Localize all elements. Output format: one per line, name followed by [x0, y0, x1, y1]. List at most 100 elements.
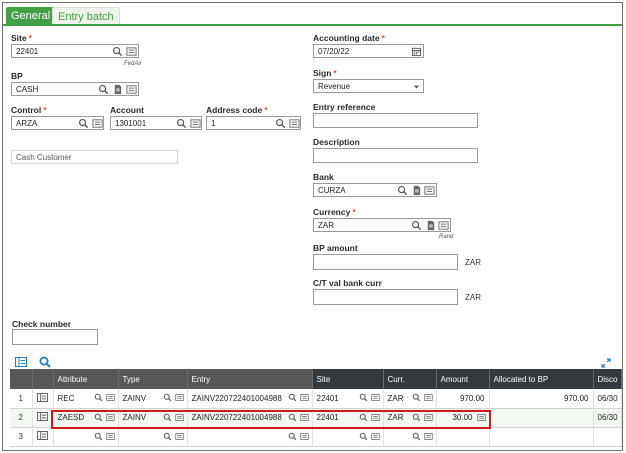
detail-card-icon[interactable] — [105, 413, 115, 422]
chevron-down-icon[interactable] — [411, 81, 422, 92]
detail-card-icon[interactable] — [105, 393, 115, 402]
detail-card-icon[interactable] — [174, 393, 184, 402]
detail-card-icon[interactable] — [126, 84, 137, 95]
ct-val-bank-curr-field[interactable] — [313, 289, 458, 305]
search-icon[interactable] — [163, 393, 172, 402]
bp-field[interactable]: CASH — [11, 82, 139, 96]
allocated-cell[interactable] — [489, 427, 594, 448]
detail-card-icon[interactable] — [423, 393, 433, 402]
row-actions-cell[interactable] — [32, 408, 54, 428]
detail-card-icon[interactable] — [174, 432, 184, 441]
detail-card-icon[interactable] — [299, 393, 309, 402]
search-icon[interactable] — [411, 220, 422, 231]
search-icon[interactable] — [98, 84, 109, 95]
table-row[interactable]: 3 — [10, 427, 622, 448]
bank-field[interactable]: CURZA — [313, 183, 437, 197]
site-cell[interactable]: 22401 — [312, 408, 384, 428]
document-icon[interactable] — [425, 220, 436, 231]
amount-cell[interactable] — [436, 427, 490, 448]
col-header-discount[interactable]: Disco — [593, 369, 622, 389]
calendar-icon[interactable] — [411, 46, 422, 57]
search-icon[interactable] — [412, 432, 421, 441]
search-icon[interactable] — [94, 413, 103, 422]
row-actions-cell[interactable] — [32, 427, 54, 448]
currency-cell[interactable] — [383, 427, 437, 448]
accounting-date-field[interactable]: 07/20/22 — [313, 44, 424, 58]
search-icon[interactable] — [112, 46, 123, 57]
detail-card-icon[interactable] — [423, 432, 433, 441]
type-cell[interactable]: ZAINV — [118, 408, 188, 428]
allocated-cell[interactable]: 970.00 — [489, 389, 594, 409]
discount-date-cell[interactable]: 06/30 — [593, 389, 622, 409]
detail-card-icon[interactable] — [289, 118, 300, 129]
col-header-curr[interactable]: Curr. — [383, 369, 437, 389]
expand-icon[interactable] — [601, 358, 611, 368]
detail-card-icon[interactable] — [423, 413, 433, 422]
detail-card-icon[interactable] — [370, 432, 380, 441]
detail-card-icon[interactable] — [299, 432, 309, 441]
search-icon[interactable] — [288, 432, 297, 441]
allocated-cell[interactable] — [489, 408, 594, 428]
detail-card-icon[interactable] — [370, 393, 380, 402]
table-row[interactable]: 1 REC ZAINV ZAINV220722401004988 22401 ZAR 970… — [10, 389, 622, 409]
document-icon[interactable] — [411, 185, 422, 196]
account-field[interactable]: 1301001 — [110, 116, 202, 130]
detail-card-icon[interactable] — [476, 413, 486, 422]
search-icon[interactable] — [359, 432, 368, 441]
col-header-allocated[interactable]: Allocated to BP — [489, 369, 594, 389]
search-icon[interactable] — [39, 356, 51, 368]
description-field[interactable] — [313, 148, 478, 163]
control-field[interactable]: ARZA — [11, 116, 104, 130]
tab-entry-batch[interactable]: Entry batch — [52, 7, 120, 25]
search-icon[interactable] — [176, 118, 187, 129]
search-icon[interactable] — [94, 393, 103, 402]
search-icon[interactable] — [78, 118, 89, 129]
row-actions-cell[interactable] — [32, 389, 54, 409]
sign-select[interactable]: Revenue — [313, 79, 424, 93]
detail-card-icon[interactable] — [174, 413, 184, 422]
row-actions-icon[interactable] — [36, 431, 48, 441]
search-icon[interactable] — [163, 413, 172, 422]
entry-cell[interactable]: ZAINV220722401004988 — [187, 408, 313, 428]
attribute-cell[interactable]: REC — [53, 389, 119, 409]
entry-cell[interactable]: ZAINV220722401004988 — [187, 389, 313, 409]
detail-card-icon[interactable] — [105, 432, 115, 441]
site-cell[interactable] — [312, 427, 384, 448]
currency-field[interactable]: ZAR — [313, 218, 451, 232]
search-icon[interactable] — [275, 118, 286, 129]
search-icon[interactable] — [288, 393, 297, 402]
column-settings-icon[interactable] — [15, 357, 27, 367]
col-header-type[interactable]: Type — [118, 369, 188, 389]
attribute-cell[interactable] — [53, 427, 119, 448]
site-cell[interactable]: 22401 — [312, 389, 384, 409]
search-icon[interactable] — [94, 432, 103, 441]
search-icon[interactable] — [397, 185, 408, 196]
discount-date-cell[interactable]: 06/30 — [593, 408, 622, 428]
check-number-field[interactable] — [12, 329, 98, 345]
detail-card-icon[interactable] — [438, 220, 449, 231]
row-actions-icon[interactable] — [36, 392, 48, 402]
col-header-amount[interactable]: Amount — [436, 369, 490, 389]
detail-card-icon[interactable] — [126, 46, 137, 57]
detail-card-icon[interactable] — [424, 185, 435, 196]
type-cell[interactable]: ZAINV — [118, 389, 188, 409]
col-header-attribute[interactable]: Attribute — [53, 369, 119, 389]
amount-cell[interactable]: 30.00 — [436, 408, 490, 428]
address-code-field[interactable]: 1 — [206, 116, 301, 130]
discount-date-cell[interactable] — [593, 427, 622, 448]
table-row[interactable]: 2 ZAESD ZAINV ZAINV220722401004988 22401 ZAR 3… — [10, 408, 622, 428]
search-icon[interactable] — [412, 393, 421, 402]
document-icon[interactable] — [112, 84, 123, 95]
detail-card-icon[interactable] — [370, 413, 380, 422]
search-icon[interactable] — [359, 413, 368, 422]
amount-cell[interactable]: 970.00 — [436, 389, 490, 409]
site-field[interactable]: 22401 — [11, 44, 139, 58]
search-icon[interactable] — [163, 432, 172, 441]
search-icon[interactable] — [359, 393, 368, 402]
detail-card-icon[interactable] — [92, 118, 103, 129]
col-header-site[interactable]: Site — [312, 369, 384, 389]
detail-card-icon[interactable] — [190, 118, 201, 129]
search-icon[interactable] — [288, 413, 297, 422]
entry-cell[interactable] — [187, 427, 313, 448]
col-header-entry[interactable]: Entry — [187, 369, 313, 389]
